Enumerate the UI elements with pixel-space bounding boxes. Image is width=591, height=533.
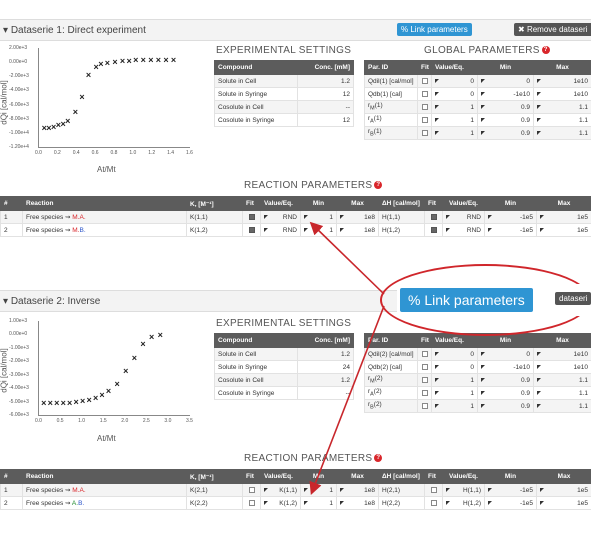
annotation-arrows bbox=[309, 221, 385, 495]
arrow-to-series2 bbox=[309, 305, 385, 495]
arrow-to-series1 bbox=[309, 221, 385, 295]
